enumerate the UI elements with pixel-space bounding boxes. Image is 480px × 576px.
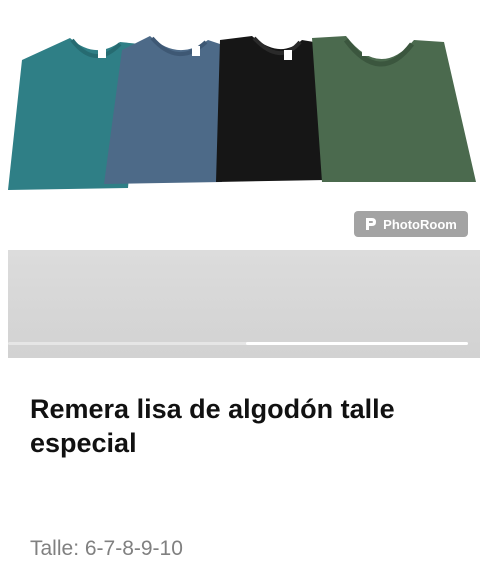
shirt-black [216,36,326,182]
photoroom-watermark: PhotoRoom [354,211,468,237]
watermark-text: PhotoRoom [383,216,457,232]
product-image[interactable]: PhotoRoom [0,0,480,250]
product-title: Remera lisa de algodón talle especial [30,394,395,458]
shirt-green [312,36,476,182]
shirt-blue [104,36,226,184]
product-size-line: Talle: 6-7-8-9-10 [30,537,183,560]
gallery-progress-indicator [246,342,468,345]
photoroom-logo-icon [366,218,377,230]
